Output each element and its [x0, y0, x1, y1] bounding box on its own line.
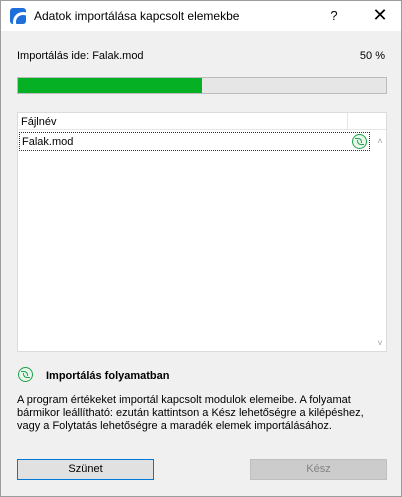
progress-percent: 50 % [359, 50, 385, 62]
sync-icon [352, 134, 367, 149]
file-name: Falak.mod [22, 136, 74, 148]
window-title: Adatok importálása kapcsolt elemekbe [34, 9, 240, 23]
done-button[interactable]: Kész [250, 459, 387, 480]
pause-button[interactable]: Szünet [17, 459, 154, 480]
app-logo-icon [10, 8, 26, 24]
title-bar: Adatok importálása kapcsolt elemekbe ? ✕ [1, 1, 401, 31]
status-sync-icon [18, 367, 33, 382]
import-dialog: Adatok importálása kapcsolt elemekbe ? ✕… [0, 0, 402, 497]
close-button[interactable]: ✕ [363, 1, 397, 31]
header-divider [347, 113, 348, 130]
status-title: Importálás folyamatban [46, 370, 170, 382]
help-button[interactable]: ? [319, 1, 349, 31]
column-header-filename[interactable]: Fájlnév [21, 116, 56, 128]
progress-label: Importálás ide: Falak.mod [17, 50, 144, 62]
file-list[interactable]: Fájlnév Falak.mod ˄ ˅ [17, 112, 387, 352]
status-description: A program értékeket importál kapcsolt mo… [17, 394, 364, 432]
scroll-up-arrow-icon[interactable]: ˄ [374, 135, 386, 147]
list-header: Fájlnév [18, 113, 386, 130]
progress-bar [17, 77, 387, 94]
scroll-down-arrow-icon[interactable]: ˅ [374, 337, 386, 349]
progress-fill [18, 78, 202, 93]
list-item[interactable]: Falak.mod [19, 132, 370, 151]
